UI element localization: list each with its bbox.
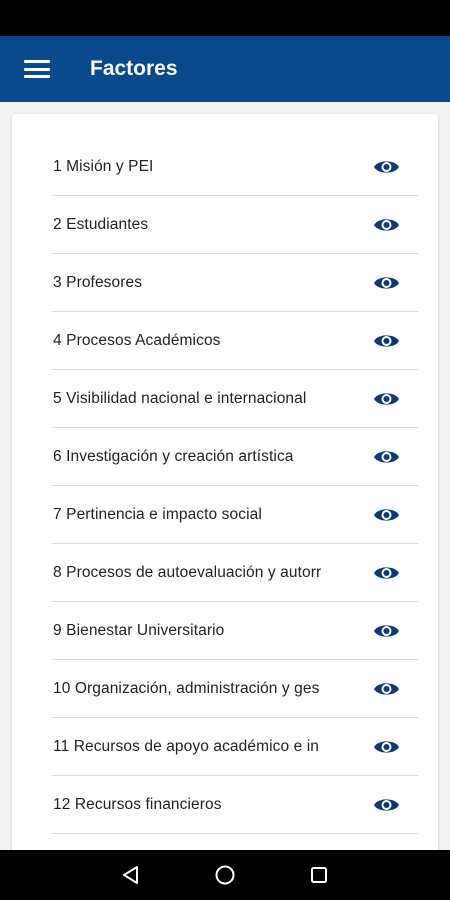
page-title: Factores [90,57,178,80]
eye-icon[interactable] [373,505,400,525]
list-item[interactable]: 12 Recursos financieros [52,776,418,834]
list-item[interactable]: 5 Visibilidad nacional e internacional [52,370,418,428]
list-item[interactable]: 2 Estudiantes [52,196,418,254]
eye-icon[interactable] [373,389,400,409]
list-item[interactable]: 6 Investigación y creación artística [52,428,418,486]
list-item[interactable]: 7 Pertinencia e impacto social [52,486,418,544]
factores-card: 1 Misión y PEI 2 Estudiantes 3 Profesores 4… [12,114,438,874]
eye-icon[interactable] [373,157,400,177]
eye-icon[interactable] [373,215,400,235]
eye-icon[interactable] [373,447,400,467]
system-nav-bar [0,850,450,900]
list-item[interactable]: 8 Procesos de autoevaluación y autorr [52,544,418,602]
list-item[interactable]: 10 Organización, administración y ges [52,660,418,718]
back-triangle-icon[interactable] [119,863,143,887]
hamburger-menu-icon[interactable] [22,57,52,81]
list-item-label: 5 Visibilidad nacional e internacional [53,389,307,407]
eye-icon[interactable] [373,331,400,351]
list-item-label: 2 Estudiantes [53,215,149,233]
eye-icon[interactable] [373,563,400,583]
list-item[interactable]: 4 Procesos Académicos [52,312,418,370]
eye-icon[interactable] [373,273,400,293]
recents-square-icon[interactable] [307,863,331,887]
list-item[interactable]: 9 Bienestar Universitario [52,602,418,660]
factores-list: 1 Misión y PEI 2 Estudiantes 3 Profesores 4… [52,138,418,834]
list-item[interactable]: 11 Recursos de apoyo académico e in [52,718,418,776]
list-item-label: 12 Recursos financieros [53,795,222,813]
eye-icon[interactable] [373,679,400,699]
list-item-label: 9 Bienestar Universitario [53,621,225,639]
list-item-label: 11 Recursos de apoyo académico e in [53,737,320,755]
list-item-label: 1 Misión y PEI [53,157,154,175]
list-item-label: 10 Organización, administración y ges [53,679,320,697]
list-item[interactable]: 1 Misión y PEI [52,138,418,196]
home-circle-icon[interactable] [213,863,237,887]
list-item-label: 3 Profesores [53,273,143,291]
list-item-label: 4 Procesos Académicos [53,331,221,349]
list-item[interactable]: 3 Profesores [52,254,418,312]
eye-icon[interactable] [373,737,400,757]
app-bar: Factores [0,36,450,102]
status-bar [0,0,450,36]
list-item-label: 8 Procesos de autoevaluación y autorr [53,563,322,581]
eye-icon[interactable] [373,621,400,641]
list-item-label: 6 Investigación y creación artística [53,447,294,465]
eye-icon[interactable] [373,795,400,815]
list-item-label: 7 Pertinencia e impacto social [53,505,262,523]
